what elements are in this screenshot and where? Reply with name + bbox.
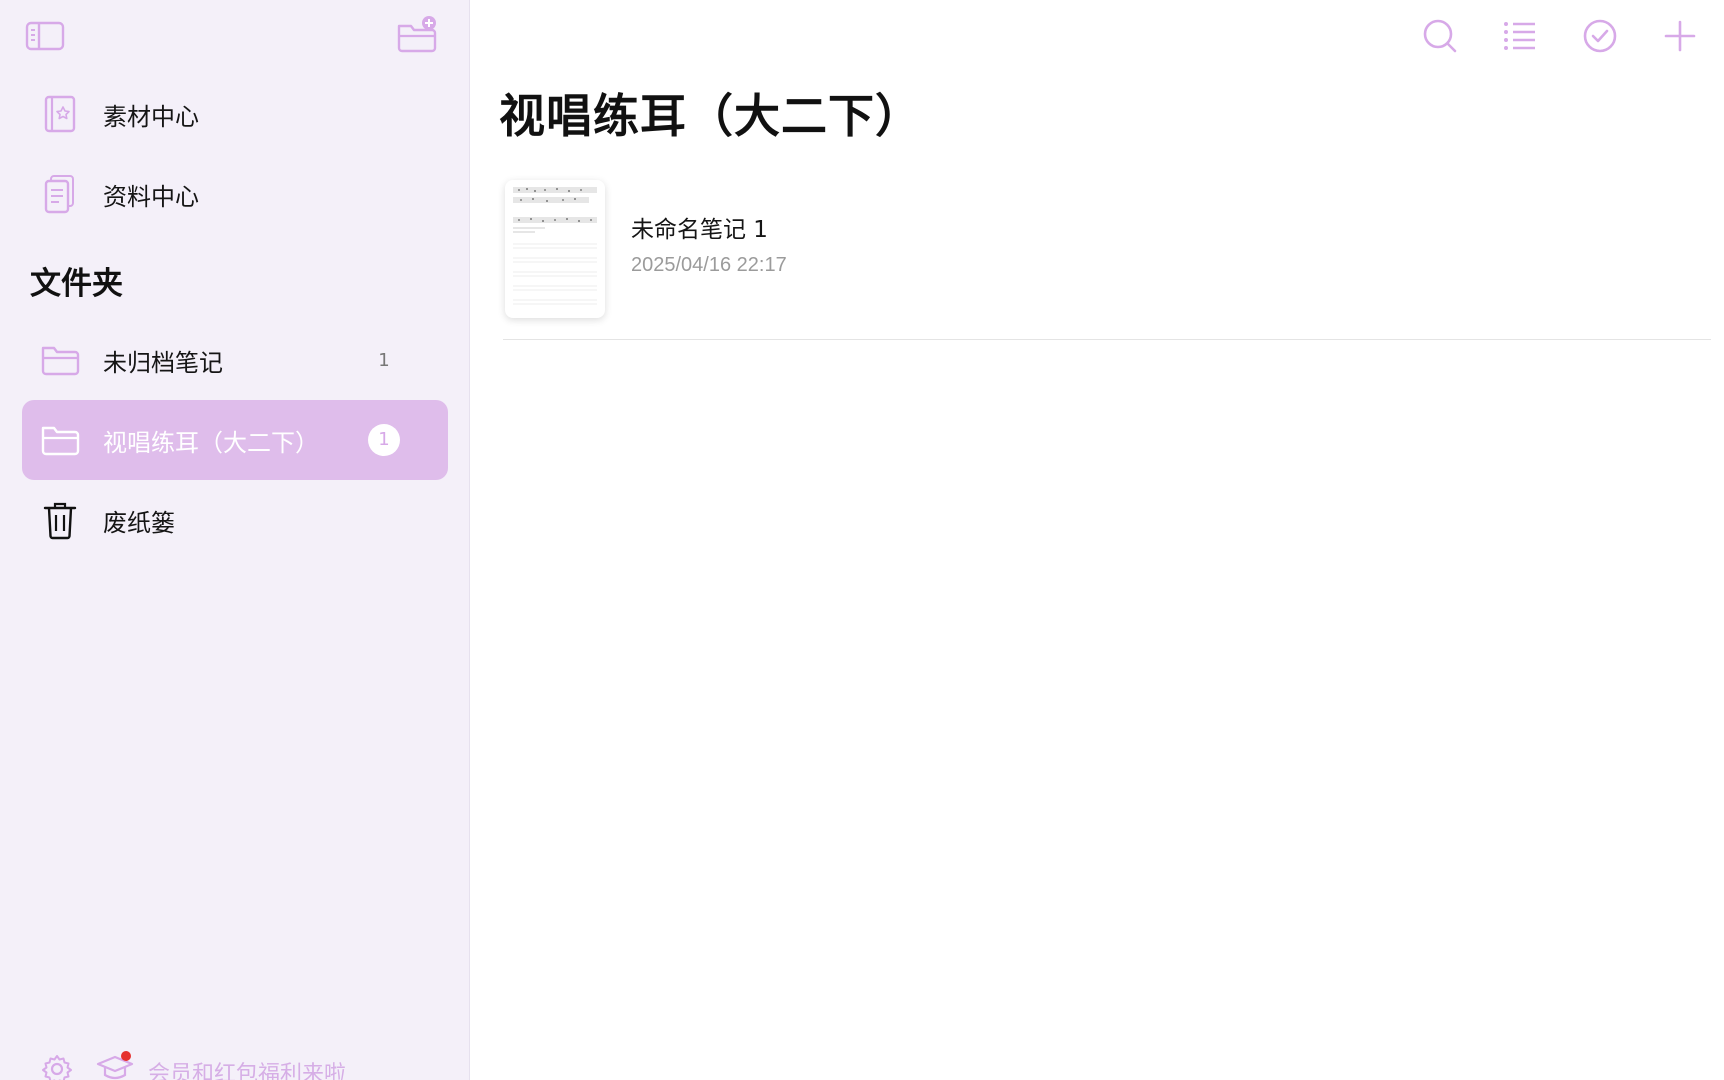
sidebar-item-label: 未归档笔记 (103, 348, 223, 377)
sidebar-item-label: 视唱练耳（大二下） (103, 428, 319, 457)
document-icon (40, 174, 80, 214)
search-button[interactable] (1420, 16, 1460, 56)
note-date: 2025/04/16 22:17 (631, 254, 787, 276)
folder-icon (40, 340, 80, 380)
settings-button[interactable] (40, 1052, 74, 1080)
main-panel: 视唱练耳（大二下） 未命名笔记 1 2025/04/16 22:17 (471, 0, 1724, 1080)
check-circle-icon (1583, 19, 1617, 53)
sidebar-item-ear-training[interactable]: 视唱练耳（大二下） 1 (22, 400, 448, 480)
new-folder-button[interactable] (396, 14, 438, 54)
note-title: 未命名笔记 1 (631, 217, 768, 243)
sidebar-item-label: 资料中心 (103, 182, 199, 211)
sidebar-item-label: 素材中心 (103, 102, 199, 131)
note-list-item[interactable]: 未命名笔记 1 2025/04/16 22:17 (503, 176, 1711, 340)
select-button[interactable] (1580, 16, 1620, 56)
page-title: 视唱练耳（大二下） (499, 89, 922, 143)
note-thumbnail (505, 180, 605, 318)
folder-note-count: 1 (378, 349, 390, 371)
sidebar-item-materials[interactable]: 素材中心 (22, 74, 448, 154)
plus-icon (1664, 20, 1696, 52)
search-icon (1423, 19, 1457, 53)
folder-note-count: 1 (368, 424, 400, 456)
list-icon (1504, 22, 1535, 50)
sidebar-item-resources[interactable]: 资料中心 (22, 154, 448, 234)
folder-icon (40, 420, 80, 460)
gear-icon (42, 1055, 72, 1080)
sticker-book-icon (40, 94, 80, 134)
sidebar-item-unarchived[interactable]: 未归档笔记 1 (22, 320, 448, 400)
sidebar-toggle-button[interactable] (24, 18, 66, 54)
graduation-cap-icon (96, 1051, 134, 1080)
add-note-button[interactable] (1660, 16, 1700, 56)
sidebar-item-trash[interactable]: 废纸篓 (22, 480, 448, 560)
promo-text[interactable]: 会员和红包福利来啦 (148, 1056, 346, 1080)
folder-plus-icon (397, 16, 437, 53)
sidebar-icon (25, 21, 65, 51)
sidebar-item-label: 废纸篓 (103, 508, 175, 537)
promo-button[interactable] (96, 1050, 136, 1080)
folders-section-title: 文件夹 (30, 266, 123, 302)
trash-icon (40, 500, 80, 540)
list-view-button[interactable] (1500, 16, 1540, 56)
sidebar: 素材中心 资料中心 文件夹 未归档笔记 1 视唱练耳（大二下） 1 废纸篓 会员… (0, 0, 470, 1080)
